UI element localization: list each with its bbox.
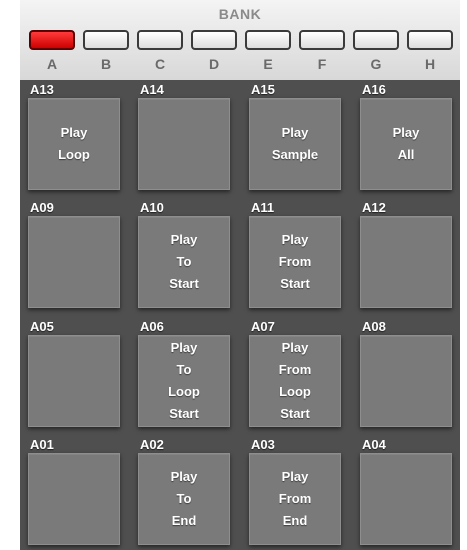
pad-label-line: To bbox=[176, 491, 192, 506]
pad-id-a04: A04 bbox=[362, 437, 386, 452]
pad-id-a13: A13 bbox=[30, 82, 54, 97]
bank-label-h: H bbox=[424, 56, 436, 72]
pad-a11[interactable]: Play From Start bbox=[249, 216, 341, 308]
pad-label-line: From bbox=[278, 491, 312, 506]
pad-label-line: Play bbox=[281, 340, 309, 355]
pad-label-line: Play bbox=[170, 469, 198, 484]
pad-id-a14: A14 bbox=[140, 82, 164, 97]
pad-label-line: All bbox=[397, 147, 415, 162]
bank-button-a[interactable] bbox=[29, 30, 75, 50]
pad-label-line: Play bbox=[281, 125, 309, 140]
pad-a07[interactable]: Play From Loop Start bbox=[249, 335, 341, 427]
bank-label-f: F bbox=[317, 56, 327, 72]
pad-label-line: To bbox=[176, 254, 192, 269]
pad-label-line: Start bbox=[280, 276, 310, 291]
pad-a02[interactable]: Play To End bbox=[138, 453, 230, 545]
pad-a05[interactable] bbox=[28, 335, 120, 427]
pad-label-line: End bbox=[282, 513, 308, 528]
pad-id-a11: A11 bbox=[251, 200, 275, 215]
bank-selector: BANK A B C D E F G H bbox=[20, 0, 460, 80]
pad-label-line: Play bbox=[170, 340, 198, 355]
bank-button-c[interactable] bbox=[137, 30, 183, 50]
pad-id-a03: A03 bbox=[251, 437, 275, 452]
bank-label-g: G bbox=[370, 56, 382, 72]
pad-label-line: Play bbox=[170, 232, 198, 247]
pad-a09[interactable] bbox=[28, 216, 120, 308]
pad-id-a06: A06 bbox=[140, 319, 164, 334]
pad-a12[interactable] bbox=[360, 216, 452, 308]
pad-a06[interactable]: Play To Loop Start bbox=[138, 335, 230, 427]
pad-a13[interactable]: Play Loop bbox=[28, 98, 120, 190]
pad-label-line: Start bbox=[169, 276, 199, 291]
bank-label-d: D bbox=[208, 56, 220, 72]
pad-a16[interactable]: Play All bbox=[360, 98, 452, 190]
pad-id-a05: A05 bbox=[30, 319, 54, 334]
pad-label-line: Play bbox=[392, 125, 420, 140]
pad-label-line: Start bbox=[169, 406, 199, 421]
pad-id-a16: A16 bbox=[362, 82, 386, 97]
pad-label-line: Start bbox=[280, 406, 310, 421]
pad-label-line: Loop bbox=[168, 384, 200, 399]
pad-id-a15: A15 bbox=[251, 82, 275, 97]
bank-button-f[interactable] bbox=[299, 30, 345, 50]
pad-a14[interactable] bbox=[138, 98, 230, 190]
pad-id-a10: A10 bbox=[140, 200, 164, 215]
bank-label-e: E bbox=[263, 56, 273, 72]
pad-a01[interactable] bbox=[28, 453, 120, 545]
bank-label-b: B bbox=[100, 56, 112, 72]
pad-id-a02: A02 bbox=[140, 437, 164, 452]
pad-a10[interactable]: Play To Start bbox=[138, 216, 230, 308]
bank-title: BANK bbox=[218, 6, 262, 22]
pad-label-line: End bbox=[171, 513, 197, 528]
pad-label-line: From bbox=[278, 362, 312, 377]
pad-id-a09: A09 bbox=[30, 200, 54, 215]
pad-label-line: Play bbox=[281, 469, 309, 484]
pad-a15[interactable]: Play Sample bbox=[249, 98, 341, 190]
bank-label-a: A bbox=[46, 56, 58, 72]
pad-a03[interactable]: Play From End bbox=[249, 453, 341, 545]
pad-label-line: From bbox=[278, 254, 312, 269]
pad-a04[interactable] bbox=[360, 453, 452, 545]
pad-id-a01: A01 bbox=[30, 437, 54, 452]
pad-label-line: Sample bbox=[271, 147, 319, 162]
bank-button-b[interactable] bbox=[83, 30, 129, 50]
bank-label-c: C bbox=[154, 56, 166, 72]
pad-label-line: To bbox=[176, 362, 192, 377]
bank-button-g[interactable] bbox=[353, 30, 399, 50]
pad-label-line: Play bbox=[281, 232, 309, 247]
bank-button-d[interactable] bbox=[191, 30, 237, 50]
bank-button-e[interactable] bbox=[245, 30, 291, 50]
sampler-pad-panel: BANK A B C D E F G H A13 Play Loop A14 A15 Play Sampl… bbox=[0, 0, 467, 550]
pad-grid: A13 Play Loop A14 A15 Play Sample A16 Play All A09… bbox=[20, 80, 460, 550]
pad-label-line: Loop bbox=[58, 147, 90, 162]
pad-id-a07: A07 bbox=[251, 319, 275, 334]
pad-id-a12: A12 bbox=[362, 200, 386, 215]
pad-label-line: Loop bbox=[279, 384, 311, 399]
bank-button-h[interactable] bbox=[407, 30, 453, 50]
pad-label-line: Play bbox=[60, 125, 88, 140]
pad-a08[interactable] bbox=[360, 335, 452, 427]
pad-id-a08: A08 bbox=[362, 319, 386, 334]
